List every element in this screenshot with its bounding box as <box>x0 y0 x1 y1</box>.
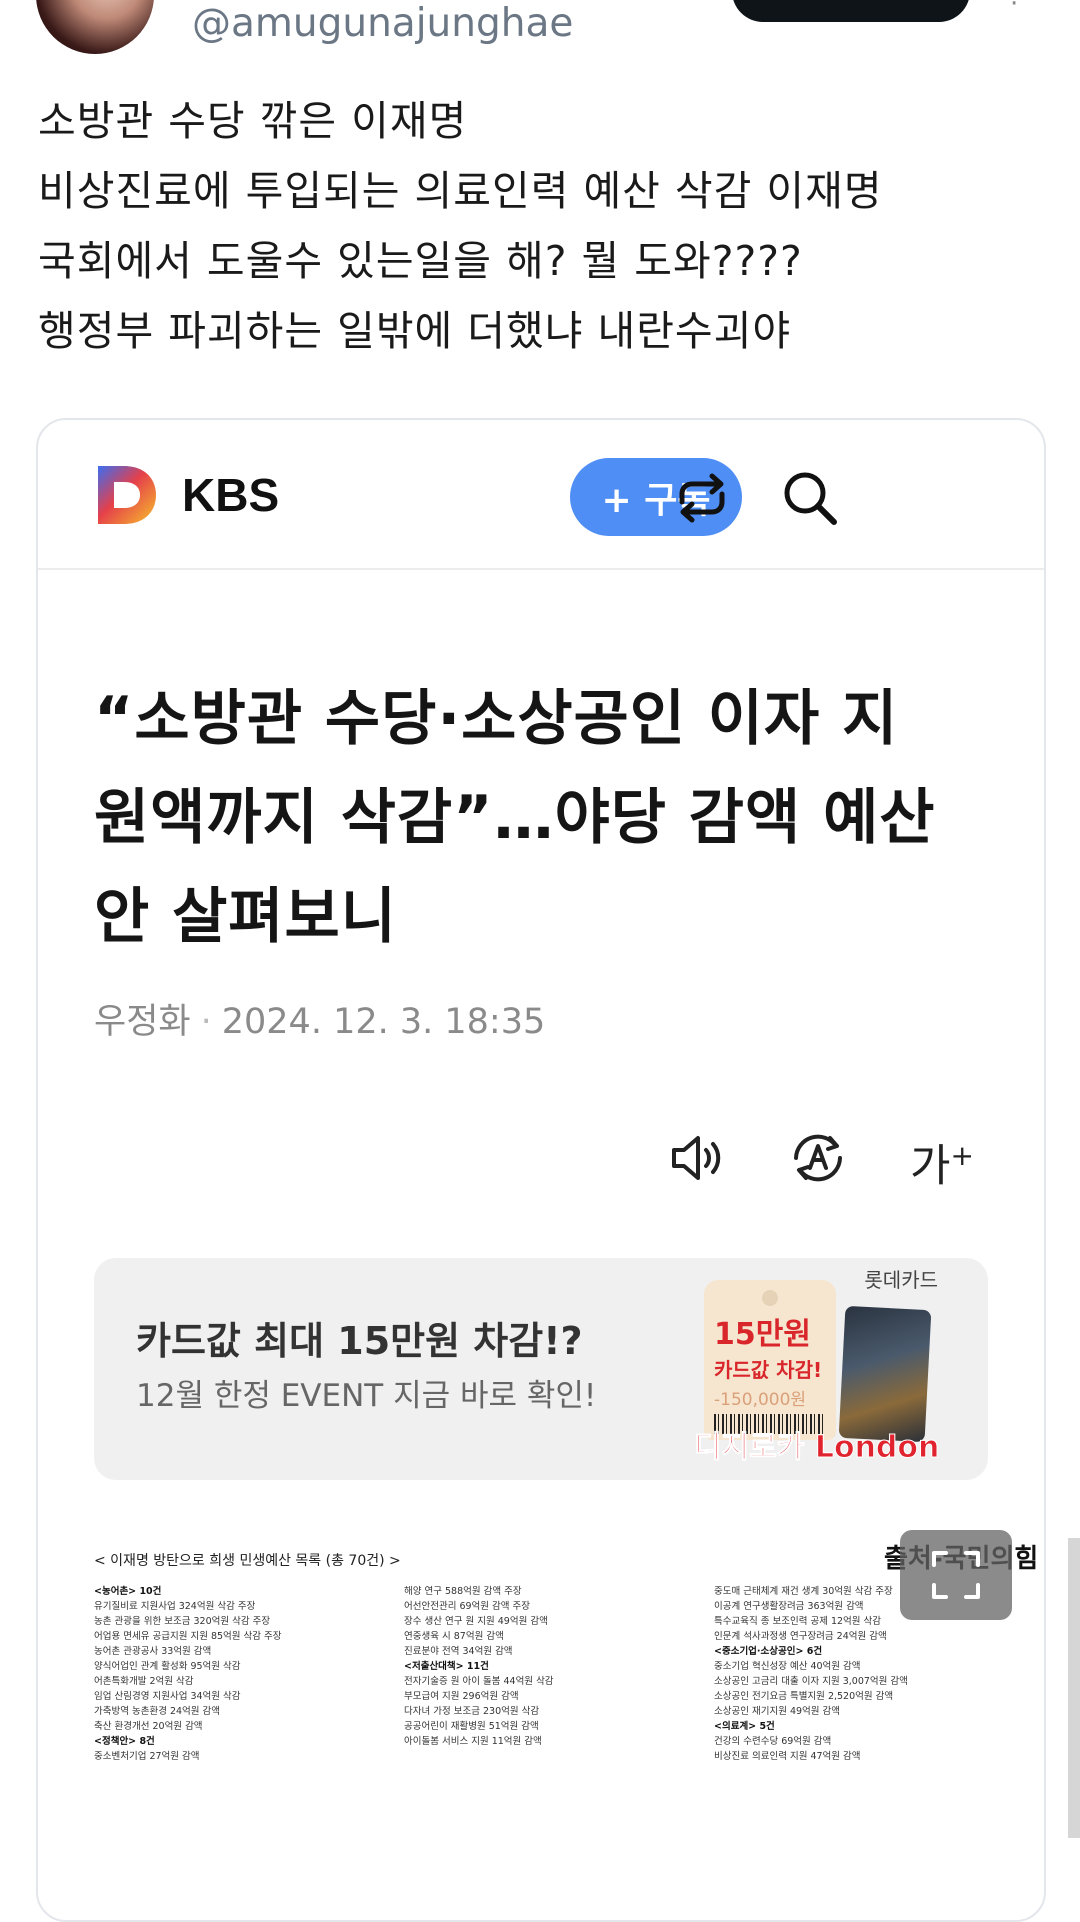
ad-sponsor: 롯데카드 <box>864 1268 938 1292</box>
ad-tag-text: 카드값 차감! <box>714 1358 823 1382</box>
tweet-line: 비상진료에 투입되는 의료인력 예산 삭감 이재명 <box>38 167 883 215</box>
doc-line: <저출산대책> 11건 <box>404 1661 489 1672</box>
share-icon[interactable] <box>668 464 736 532</box>
doc-line: 어촌특화개발 2억원 삭감 <box>94 1676 194 1687</box>
document-title: < 이재명 방탄으로 희생 민생예산 목록 (총 70건) > <box>94 1553 401 1569</box>
follow-button[interactable] <box>732 0 970 22</box>
doc-line: <농어촌> 10건 <box>94 1586 162 1597</box>
ad-price-tag: 15만원 카드값 차감! -150,000원 <box>704 1280 836 1440</box>
doc-line: 중소기업 혁신성장 예산 40억원 감액 <box>714 1661 861 1672</box>
doc-line: 다자녀 가정 보조금 230억원 삭감 <box>404 1706 540 1717</box>
document-column: <농어촌> 10건 유기질비료 지원사업 324억원 삭감 주장 농촌 관광을 … <box>94 1584 282 1764</box>
doc-line: 해양 연구 588억원 감액 주장 <box>404 1586 522 1597</box>
doc-line: 특수교육직 종 보조인력 공제 12억원 삭감 <box>714 1616 882 1627</box>
headline-line: 원액까지 삭감”…야당 감액 예산 <box>94 783 936 853</box>
doc-line: 연중생육 시 87억원 감액 <box>404 1631 504 1642</box>
doc-line: <정책안> 8건 <box>94 1736 155 1747</box>
doc-line: 농촌 관광을 위한 보조금 320억원 삭감 주장 <box>94 1616 271 1627</box>
doc-line: 진료분야 전역 34억원 감액 <box>404 1646 513 1657</box>
doc-line: 장수 생산 연구 원 지원 49억원 감액 <box>404 1616 548 1627</box>
doc-line: 농어촌 관광공사 33억원 감액 <box>94 1646 212 1657</box>
byline-separator: · <box>200 1002 212 1042</box>
article-card[interactable]: KBS + 구독 “소방관 수당·소상공인 이자 지 원액까지 삭감”…야당 감… <box>36 418 1046 1922</box>
font-size-plus: + <box>950 1139 974 1172</box>
brand-name: KBS <box>182 469 280 521</box>
doc-line: 가축방역 농촌환경 24억원 감액 <box>94 1706 221 1717</box>
tweet-line: 행정부 파괴하는 일밖에 더했냐 내란수괴야 <box>38 307 792 355</box>
expand-image-button[interactable] <box>900 1530 1012 1620</box>
more-options-icon[interactable]: · <box>1010 0 1018 17</box>
byline: 우정화 · 2024. 12. 3. 18:35 <box>94 1000 545 1044</box>
credit-card-image <box>838 1305 932 1443</box>
ad-banner[interactable]: 카드값 최대 15만원 차감!? 12월 한정 EVENT 지금 바로 확인! … <box>94 1258 988 1480</box>
doc-line: 건강의 수련수당 69억원 감액 <box>714 1736 832 1747</box>
speaker-icon[interactable] <box>662 1124 730 1192</box>
doc-line: 부모급여 지원 296억원 감액 <box>404 1691 519 1702</box>
ad-card-brand: 디지로카 London <box>693 1430 940 1466</box>
auto-translate-icon[interactable] <box>784 1124 852 1192</box>
tweet-text: 소방관 수당 깎은 이재명 비상진료에 투입되는 의료인력 예산 삭감 이재명 … <box>38 86 1038 366</box>
ad-subtitle: 12월 한정 EVENT 지금 바로 확인! <box>136 1378 597 1414</box>
doc-line: 양식어업인 관계 활성화 95억원 삭감 <box>94 1661 241 1672</box>
headline-line: 안 살펴보니 <box>94 882 397 952</box>
doc-line: 아이돌봄 서비스 지원 11억원 감액 <box>404 1736 542 1747</box>
doc-line: 이공계 연구생활장려금 363억원 감액 <box>714 1601 864 1612</box>
doc-line: 중소벤처기업 27억원 감액 <box>94 1751 200 1762</box>
ad-title: 카드값 최대 15만원 차감!? <box>136 1319 583 1363</box>
tweet-line: 소방관 수당 깎은 이재명 <box>38 97 468 145</box>
user-handle[interactable]: @amugunajunghae <box>192 0 573 48</box>
doc-line: 임업 산림경영 지원사업 34억원 삭감 <box>94 1691 241 1702</box>
doc-line: 소상공인 재기지원 49억원 감액 <box>714 1706 841 1717</box>
document-column: 중도매 근태체계 재건 생계 30억원 삭감 주장 이공계 연구생활장려금 36… <box>714 1584 908 1764</box>
doc-line: 소상공인 전기요금 특별지원 2,520억원 감액 <box>714 1691 894 1702</box>
doc-line: 소상공인 고금리 대출 이자 지원 3,007억원 감액 <box>714 1676 908 1687</box>
tweet-line: 국회에서 도울수 있는일을 해? 뭘 도와???? <box>38 237 803 285</box>
doc-line: 어업용 면세유 공급지원 지원 85억원 삭감 주장 <box>94 1631 282 1642</box>
headline-line: “소방관 수당·소상공인 이자 지 <box>94 684 899 754</box>
fullscreen-icon <box>932 1551 980 1599</box>
document-column: 해양 연구 588억원 감액 주장 어선안전관리 69억원 감액 주장 장수 생… <box>404 1584 554 1749</box>
doc-line: 축산 환경개선 20억원 감액 <box>94 1721 203 1732</box>
doc-line: <중소기업·소상공인> 6건 <box>714 1646 823 1657</box>
doc-line: 비상진료 의료인력 지원 47억원 감액 <box>714 1751 861 1762</box>
tag-hole <box>762 1290 778 1306</box>
search-icon[interactable] <box>776 464 844 532</box>
avatar[interactable] <box>36 0 154 54</box>
ad-tag-amount: 15만원 <box>714 1317 811 1352</box>
doc-line: <의료계> 5건 <box>714 1721 775 1732</box>
doc-line: 중도매 근태체계 재건 생계 30억원 삭감 주장 <box>714 1586 893 1597</box>
doc-line: 유기질비료 지원사업 324억원 삭감 주장 <box>94 1601 256 1612</box>
author-name: 우정화 <box>94 1002 191 1042</box>
publish-datetime: 2024. 12. 3. 18:35 <box>221 1002 546 1042</box>
daum-logo-icon <box>98 466 156 524</box>
article-header: KBS + 구독 <box>38 420 1044 570</box>
doc-line: 인문계 석사과정생 연구장려금 24억원 감액 <box>714 1631 887 1642</box>
scrollbar[interactable] <box>1068 1538 1080 1838</box>
doc-line: 전자기술증 원 아이 돌봄 44억원 삭감 <box>404 1676 554 1687</box>
font-size-label: 가 <box>910 1140 951 1192</box>
article-headline: “소방관 수당·소상공인 이자 지 원액까지 삭감”…야당 감액 예산 안 살펴… <box>94 670 994 967</box>
doc-line: 공공어린이 재활병원 51억원 감액 <box>404 1721 539 1732</box>
doc-line: 어선안전관리 69억원 감액 주장 <box>404 1601 531 1612</box>
ad-tag-price: -150,000원 <box>714 1390 807 1410</box>
font-size-button[interactable]: 가+ <box>910 1126 974 1197</box>
